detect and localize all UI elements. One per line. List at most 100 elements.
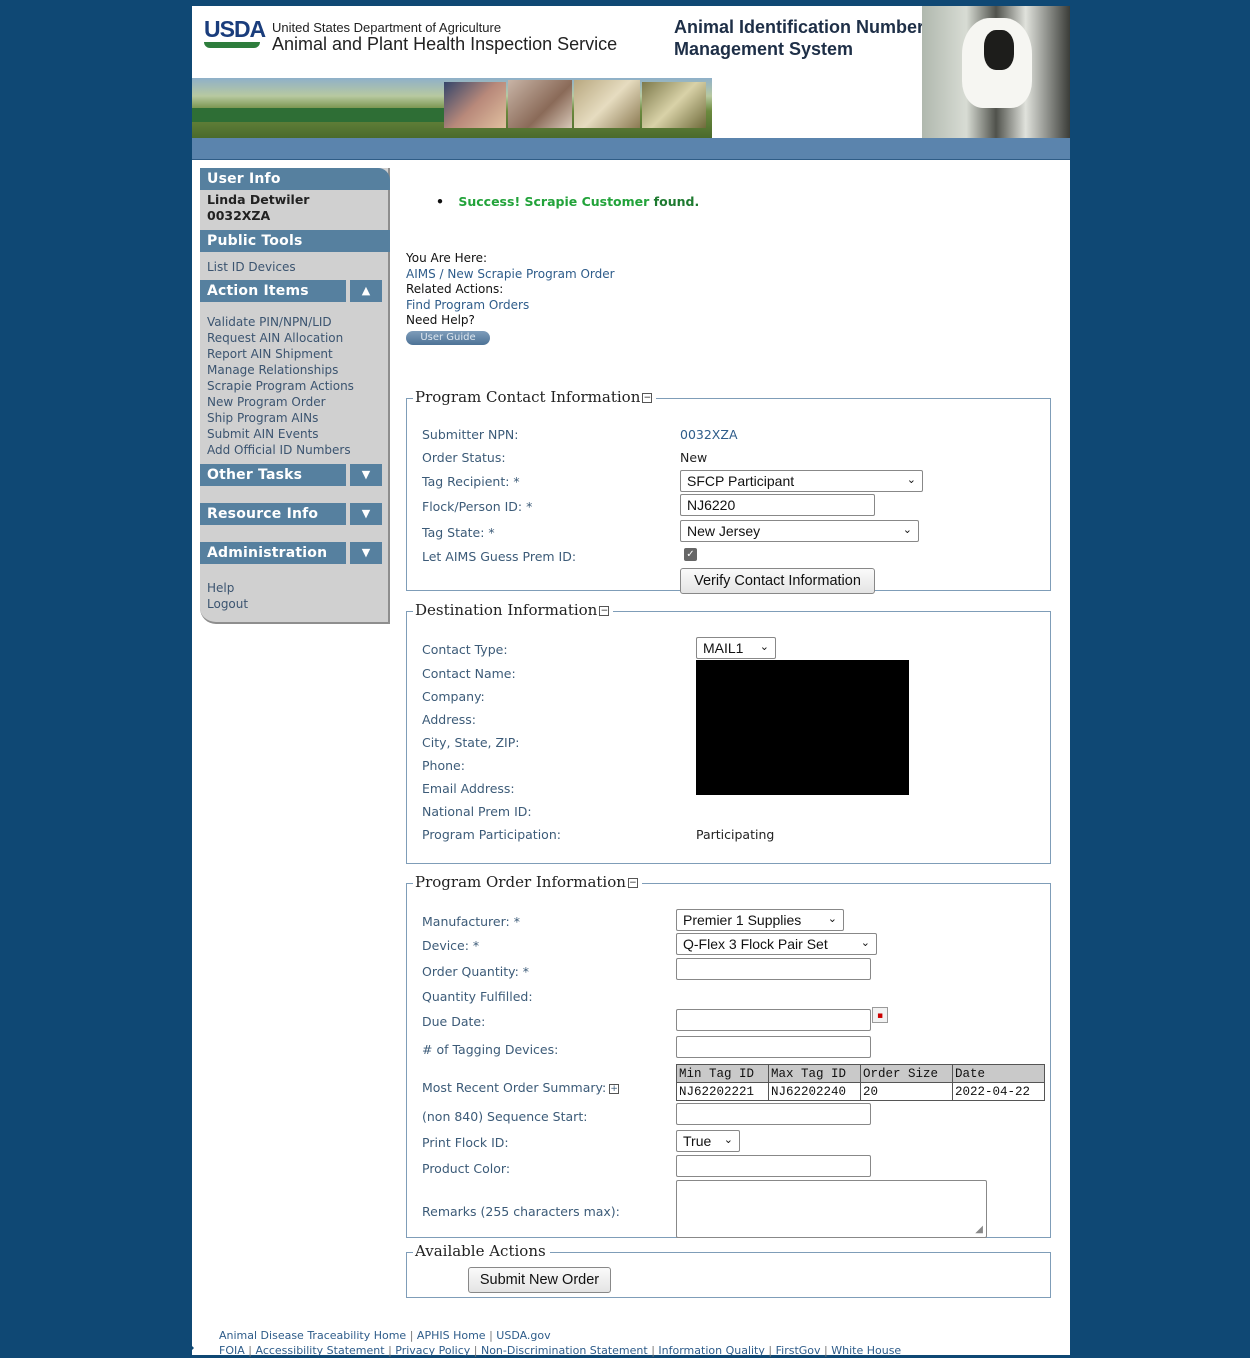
footer-link-privacy[interactable]: Privacy Policy: [395, 1344, 470, 1357]
footer-separator: |: [409, 1329, 414, 1342]
summary-date: 2022-04-22: [952, 1082, 1045, 1101]
due-date-input[interactable]: [676, 1009, 871, 1031]
system-title: Animal Identification Number Management …: [674, 16, 924, 60]
footer-link-firstgov[interactable]: FirstGov: [776, 1344, 821, 1357]
resource-info-header[interactable]: Resource Info: [200, 503, 346, 525]
recent-order-summary-table: Min Tag ID Max Tag ID Order Size Date NJ…: [676, 1064, 1045, 1101]
public-tools-header: Public Tools: [200, 230, 390, 252]
company-label: Company:: [422, 689, 485, 704]
sidebar-item-request-ain-allocation[interactable]: Request AIN Allocation: [207, 330, 343, 346]
expand-other-tasks-button[interactable]: ▼: [350, 464, 382, 486]
sidebar-item-report-ain-shipment[interactable]: Report AIN Shipment: [207, 346, 333, 362]
tag-recipient-value: SFCP Participant: [687, 473, 795, 489]
user-info-header: User Info: [200, 168, 390, 190]
footer-separator: |: [473, 1344, 478, 1357]
tag-recipient-label: Tag Recipient: *: [422, 474, 520, 489]
footer-link-adt-home[interactable]: Animal Disease Traceability Home: [219, 1329, 406, 1342]
device-select[interactable]: Q-Flex 3 Flock Pair Set ⌄: [676, 933, 877, 955]
remarks-textarea[interactable]: ◢: [676, 1180, 987, 1238]
administration-header[interactable]: Administration: [200, 542, 346, 564]
footer-separator: |: [248, 1344, 252, 1357]
manufacturer-value: Premier 1 Supplies: [683, 912, 802, 928]
need-help-label: Need Help?: [406, 313, 475, 327]
sidebar-item-add-official-id-numbers[interactable]: Add Official ID Numbers: [207, 442, 351, 458]
chevron-down-icon: ⌄: [827, 913, 837, 925]
tagging-devices-input[interactable]: [676, 1036, 871, 1058]
sidebar-item-help[interactable]: Help: [207, 580, 234, 596]
sidebar-item-scrapie-program-actions[interactable]: Scrapie Program Actions: [207, 378, 354, 394]
tagging-devices-label: # of Tagging Devices:: [422, 1042, 559, 1057]
print-flock-id-select[interactable]: True ⌄: [676, 1130, 740, 1152]
find-program-orders-link[interactable]: Find Program Orders: [406, 298, 615, 314]
collapse-action-items-button[interactable]: ▲: [350, 280, 382, 302]
flock-person-id-input[interactable]: NJ6220: [680, 494, 875, 516]
sidebar-item-list-id-devices[interactable]: List ID Devices: [207, 259, 296, 275]
footer-link-aphis-home[interactable]: APHIS Home: [417, 1329, 486, 1342]
action-items-header[interactable]: Action Items: [200, 280, 346, 302]
verify-contact-button[interactable]: Verify Contact Information: [680, 568, 875, 594]
footer-line-2: FOIA | Accessibility Statement | Privacy…: [219, 1343, 901, 1358]
resize-handle-icon[interactable]: ◢: [975, 1224, 983, 1235]
footer-separator: |: [651, 1344, 655, 1357]
collapse-icon[interactable]: −: [599, 606, 610, 616]
tag-recipient-select[interactable]: SFCP Participant ⌄: [680, 470, 923, 492]
flock-person-id-label: Flock/Person ID: *: [422, 499, 533, 514]
sidebar-item-ship-program-ains[interactable]: Ship Program AINs: [207, 410, 318, 426]
calendar-icon[interactable]: ▪: [872, 1007, 888, 1023]
order-quantity-input[interactable]: [676, 958, 871, 980]
product-color-label: Product Color:: [422, 1161, 511, 1176]
remarks-label: Remarks (255 characters max):: [422, 1204, 620, 1219]
order-status-label: Order Status:: [422, 450, 506, 465]
sidebar-item-new-program-order[interactable]: New Program Order: [207, 394, 326, 410]
footer-link-foia[interactable]: FOIA: [219, 1344, 245, 1357]
sequence-start-input[interactable]: [676, 1103, 871, 1125]
submit-new-order-button[interactable]: Submit New Order: [468, 1267, 611, 1293]
order-status-value: New: [680, 450, 708, 465]
you-are-here-label: You Are Here:: [406, 251, 488, 265]
footer-link-accessibility[interactable]: Accessibility Statement: [255, 1344, 384, 1357]
collapse-icon[interactable]: −: [627, 878, 638, 888]
site-header: USDA United States Department of Agricul…: [192, 6, 1070, 138]
sidebar-item-logout[interactable]: Logout: [207, 596, 248, 612]
success-message-found: found.: [653, 194, 700, 209]
program-participation-value: Participating: [696, 827, 775, 842]
product-color-input[interactable]: [676, 1155, 871, 1177]
footer-separator: |: [824, 1344, 828, 1357]
agency-name: United States Department of Agriculture …: [272, 20, 617, 55]
contact-type-label: Contact Type:: [422, 642, 508, 657]
program-participation-label: Program Participation:: [422, 827, 561, 842]
destination-title: Destination Information: [415, 601, 598, 619]
manufacturer-select[interactable]: Premier 1 Supplies ⌄: [676, 909, 844, 931]
sidebar-item-manage-relationships[interactable]: Manage Relationships: [207, 362, 338, 378]
summary-header-date: Date: [952, 1064, 1045, 1083]
tag-state-label: Tag State: *: [422, 525, 495, 540]
device-label: Device: *: [422, 938, 480, 953]
guess-prem-id-checkbox[interactable]: ✓: [684, 548, 697, 561]
footer-link-information-quality[interactable]: Information Quality: [658, 1344, 764, 1357]
contact-name-label: Contact Name:: [422, 666, 516, 681]
other-tasks-header[interactable]: Other Tasks: [200, 464, 346, 486]
footer-separator: |: [388, 1344, 392, 1357]
sheep-photo: [574, 80, 640, 128]
program-order-legend: Program Order Information −: [413, 873, 642, 891]
tag-state-select[interactable]: New Jersey ⌄: [680, 520, 919, 542]
expand-resource-info-button[interactable]: ▼: [350, 503, 382, 525]
summary-header-min-tag: Min Tag ID: [676, 1064, 769, 1083]
breadcrumb[interactable]: AIMS / New Scrapie Program Order: [406, 267, 615, 283]
collapse-icon[interactable]: −: [642, 393, 653, 403]
expand-administration-button[interactable]: ▼: [350, 542, 382, 564]
contact-type-select[interactable]: MAIL1 ⌄: [696, 637, 776, 659]
tag-state-value: New Jersey: [687, 523, 761, 539]
sidebar-item-submit-ain-events[interactable]: Submit AIN Events: [207, 426, 319, 442]
usda-logo[interactable]: USDA: [204, 16, 266, 48]
expand-icon[interactable]: +: [609, 1083, 620, 1094]
footer-link-usda-gov[interactable]: USDA.gov: [496, 1329, 550, 1342]
footer-separator: |: [489, 1329, 493, 1342]
header-nav-bar: [192, 138, 1070, 160]
system-title-line-2: Management System: [674, 39, 854, 59]
sidebar-item-validate-pin[interactable]: Validate PIN/NPN/LID: [207, 314, 332, 330]
footer-link-white-house[interactable]: White House: [831, 1344, 901, 1357]
user-guide-button[interactable]: User Guide: [406, 330, 490, 345]
chevron-down-icon: ▼: [361, 507, 371, 520]
footer-link-non-discrimination[interactable]: Non-Discrimination Statement: [481, 1344, 648, 1357]
